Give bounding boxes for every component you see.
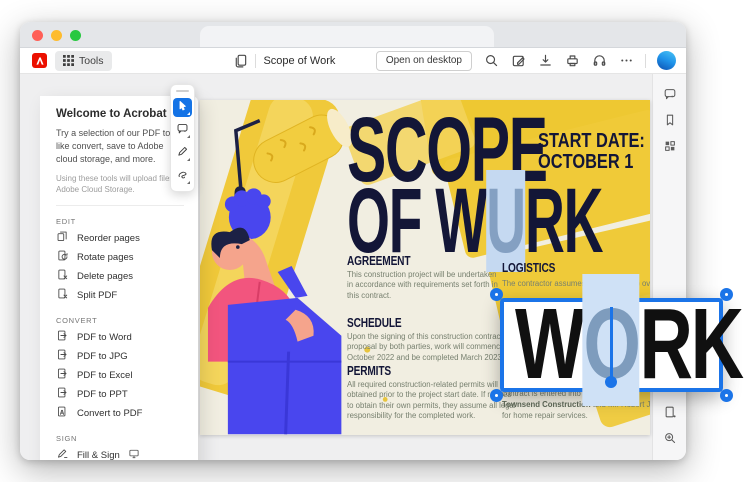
window-controls xyxy=(32,30,81,41)
share-review-icon[interactable] xyxy=(510,53,526,69)
zoom-in-icon[interactable] xyxy=(662,430,678,446)
welcome-note: Using these tools will upload files to A… xyxy=(56,174,183,195)
sidebar-item-label: Delete pages xyxy=(77,270,133,282)
app-toolbar: Tools Scope of Work Open on desktop xyxy=(20,48,686,74)
sidebar-item-delete-pages[interactable]: Delete pages xyxy=(56,267,184,286)
sidebar-item-pdf-to-word[interactable]: PDF to Word xyxy=(56,328,184,347)
resize-handle-bottom-left[interactable] xyxy=(490,389,503,402)
comment-tool-icon xyxy=(176,122,189,140)
sidebar-item-label: Convert to PDF xyxy=(77,407,143,419)
expand-window-button[interactable] xyxy=(70,30,81,41)
search-icon[interactable] xyxy=(483,53,499,69)
resize-handle-bottom-right[interactable] xyxy=(720,389,733,402)
poster-start-date: START DATE: OCTOBER 1 xyxy=(538,129,645,173)
download-icon[interactable] xyxy=(537,53,553,69)
selection-handle-dot[interactable] xyxy=(605,376,617,388)
sidebar-section-label: SIGN xyxy=(56,433,78,443)
acrobat-logo-icon[interactable] xyxy=(32,53,47,68)
rotate-pages-icon xyxy=(56,249,69,265)
sidebar-section-label: CONVERT xyxy=(56,315,98,325)
text-edit-zoom-overlay[interactable]: WORK xyxy=(490,274,744,406)
bookmark-icon[interactable] xyxy=(662,112,678,128)
pdf-convert-icon xyxy=(56,329,69,345)
poster-section-body: All required construction-related permit… xyxy=(347,380,516,421)
select-tool-button[interactable] xyxy=(173,98,192,117)
sidebar-item-split-pdf[interactable]: Split PDF xyxy=(56,286,184,305)
resize-handle-top-right[interactable] xyxy=(720,288,733,301)
welcome-intro: Try a selection of our PDF tools like co… xyxy=(56,128,182,165)
poster-section-heading: AGREEMENT xyxy=(347,253,411,268)
delete-pages-icon xyxy=(56,268,69,284)
comment-icon[interactable] xyxy=(662,86,678,102)
poster-section-body: Upon the signing of this construction co… xyxy=(347,332,505,362)
sidebar-item-label: PDF to PPT xyxy=(77,388,128,400)
pdf-convert-icon xyxy=(56,367,69,383)
sidebar-item-reorder-pages[interactable]: Reorder pages xyxy=(56,229,184,248)
minimize-window-button[interactable] xyxy=(51,30,62,41)
sidebar-item-label: PDF to Excel xyxy=(77,369,133,381)
close-window-button[interactable] xyxy=(32,30,43,41)
poster-section-body: This construction project will be undert… xyxy=(347,270,498,300)
grid-icon xyxy=(63,55,74,66)
screenshot-stage: Tools Scope of Work Open on desktop Welc… xyxy=(0,0,750,482)
tools-button-label: Tools xyxy=(79,54,104,67)
fill-sign-icon xyxy=(56,447,69,460)
sidebar-item-pdf-to-jpg[interactable]: PDF to JPG xyxy=(56,347,184,366)
page-settings-icon[interactable] xyxy=(662,404,678,420)
sidebar-item-label: PDF to Word xyxy=(77,331,132,343)
overlay-word: WORK xyxy=(515,274,744,406)
browser-tab[interactable] xyxy=(200,26,494,47)
sidebar-section-label: EDIT xyxy=(56,216,76,226)
poster-section-heading: LOGISTICS xyxy=(502,260,556,275)
divider xyxy=(645,53,646,68)
open-on-desktop-button[interactable]: Open on desktop xyxy=(375,50,472,71)
sidebar-item-label: Reorder pages xyxy=(77,232,140,244)
read-aloud-icon[interactable] xyxy=(591,53,607,69)
desktop-icon xyxy=(128,448,140,460)
palette-drag-handle[interactable] xyxy=(176,90,189,92)
right-rail xyxy=(652,74,686,460)
draw-tool-button[interactable] xyxy=(173,144,192,163)
welcome-title: Welcome to Acrobat xyxy=(56,108,167,120)
window-titlebar xyxy=(20,22,686,48)
more-icon[interactable] xyxy=(618,53,634,69)
sidebar-item-label: Fill & Sign xyxy=(77,449,120,460)
sidebar-item-label: Rotate pages xyxy=(77,251,134,263)
account-avatar[interactable] xyxy=(657,51,676,70)
quick-tools-palette xyxy=(170,84,195,192)
draw-icon xyxy=(176,145,189,163)
print-icon[interactable] xyxy=(564,53,580,69)
highlighted-letter: U xyxy=(486,170,526,272)
pages-icon[interactable] xyxy=(232,53,248,69)
sidebar-item-rotate-pages[interactable]: Rotate pages xyxy=(56,248,184,267)
lasso-icon xyxy=(176,168,189,186)
reorder-pages-icon xyxy=(56,230,69,246)
pdf-convert-icon xyxy=(56,386,69,402)
resize-handle-top-left[interactable] xyxy=(490,288,503,301)
sidebar-item-pdf-to-excel[interactable]: PDF to Excel xyxy=(56,366,184,385)
sidebar-item-convert-to-pdf[interactable]: Convert to PDF xyxy=(56,404,184,423)
pdf-convert-icon xyxy=(56,348,69,364)
poster-section-heading: SCHEDULE xyxy=(347,315,402,330)
sidebar-item-label: Split PDF xyxy=(77,289,118,301)
document-title: Scope of Work xyxy=(263,54,336,67)
comment-tool-button[interactable] xyxy=(173,121,192,140)
select-icon xyxy=(176,99,189,117)
lasso-tool-button[interactable] xyxy=(173,167,192,186)
convert-to-pdf-icon xyxy=(56,405,69,421)
poster-section-heading: PERMITS xyxy=(347,363,391,378)
text-cursor[interactable] xyxy=(610,307,613,383)
divider xyxy=(255,53,257,68)
split-pdf-icon xyxy=(56,287,69,303)
sidebar-item-pdf-to-ppt[interactable]: PDF to PPT xyxy=(56,385,184,404)
divider xyxy=(56,204,184,206)
thumbnails-icon[interactable] xyxy=(662,138,678,154)
tools-button[interactable]: Tools xyxy=(55,50,112,71)
sidebar-item-fill-sign[interactable]: Fill & Sign xyxy=(56,446,184,460)
sidebar-item-label: PDF to JPG xyxy=(77,350,128,362)
